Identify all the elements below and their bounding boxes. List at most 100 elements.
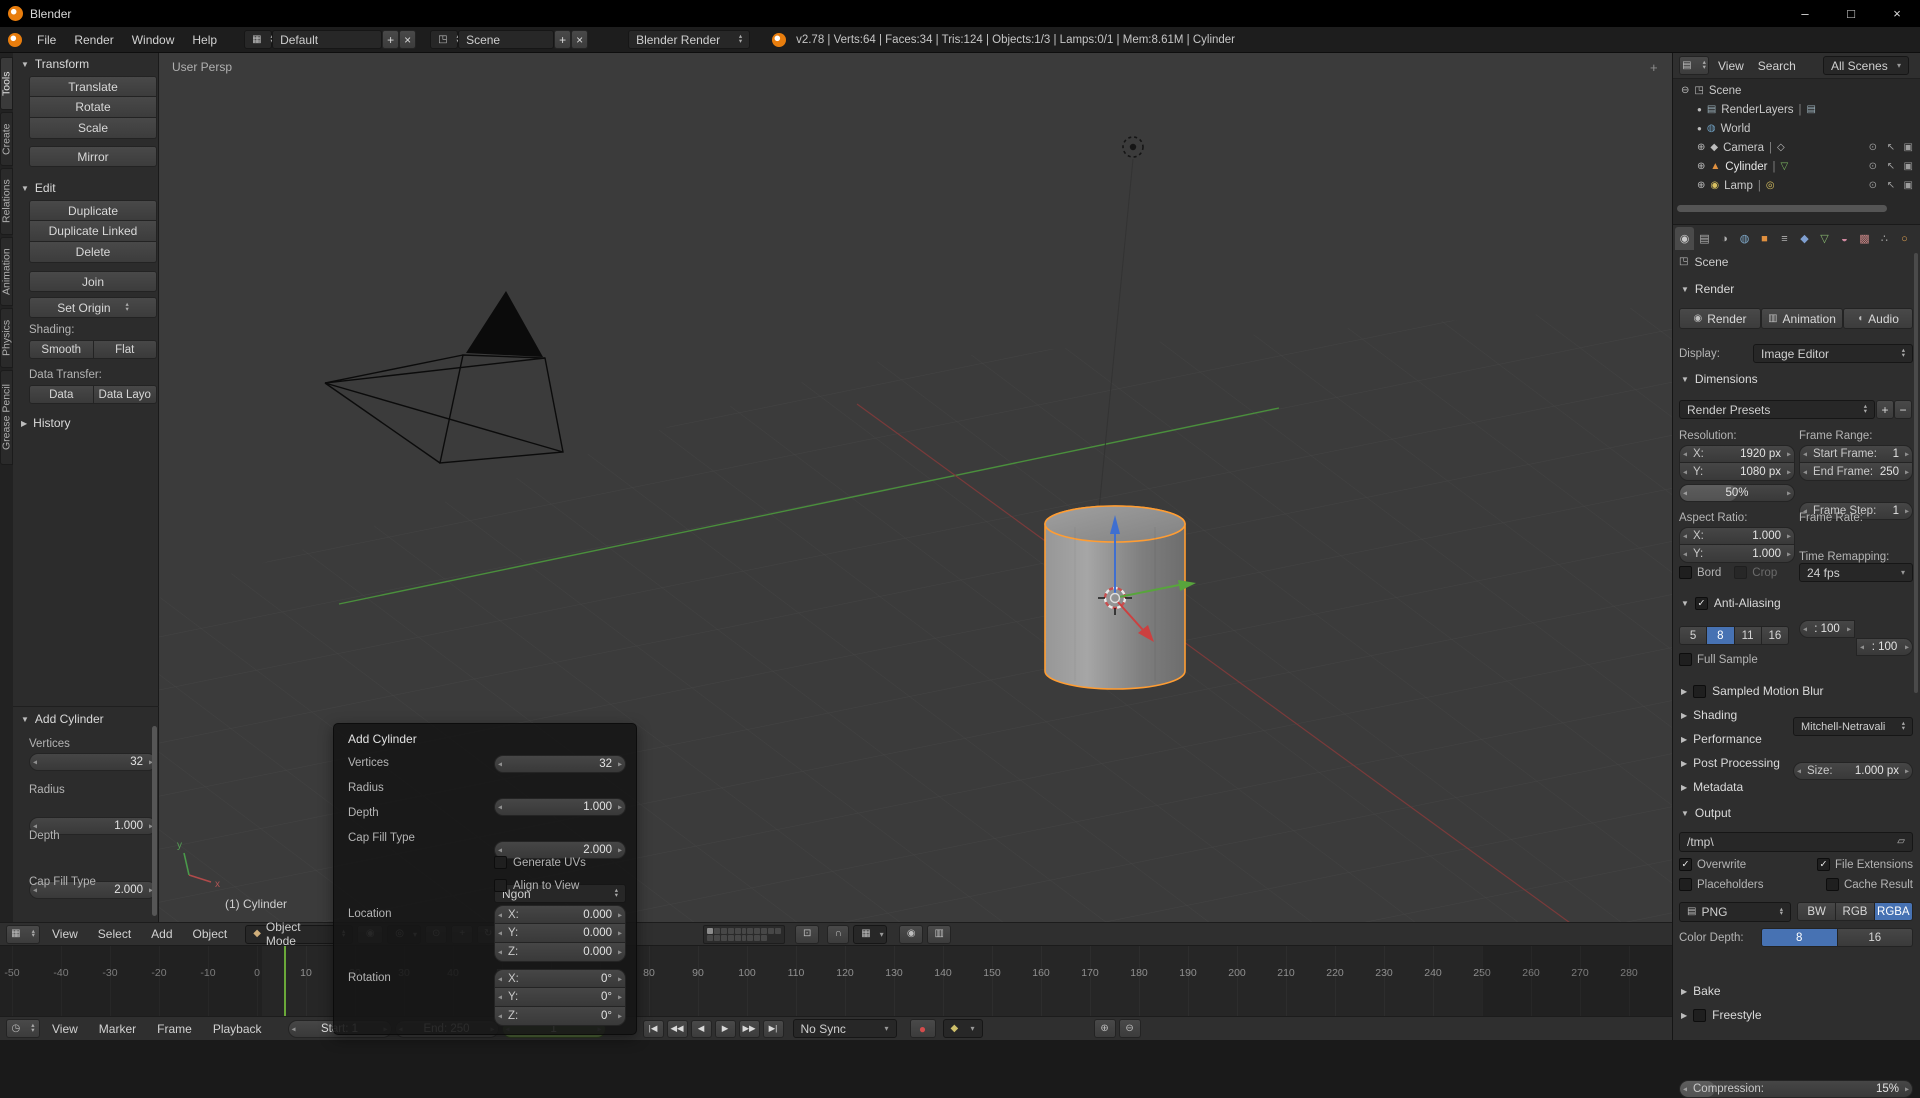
viewport-menu-view[interactable]: View bbox=[44, 927, 86, 941]
sync-mode-selector[interactable]: No Sync bbox=[792, 1019, 897, 1038]
add-layout-button[interactable]: + bbox=[382, 30, 400, 49]
set-origin-button[interactable]: Set Origin bbox=[29, 297, 157, 318]
layer-toggle[interactable] bbox=[754, 927, 761, 934]
delete-keyframe-icon[interactable]: ⊖ bbox=[1118, 1019, 1141, 1038]
layer-toggle[interactable] bbox=[714, 927, 721, 934]
freestyle-panel-header[interactable]: Freestyle bbox=[1681, 1008, 1762, 1022]
tab-render-layers-icon[interactable]: ▤ bbox=[1695, 227, 1714, 250]
frame-rate-selector[interactable]: 24 fps bbox=[1799, 563, 1913, 582]
shelf-tab-create[interactable]: Create bbox=[0, 112, 13, 166]
renderability-camera-icon[interactable]: ▣ bbox=[1904, 180, 1913, 191]
tab-render-icon[interactable]: ◉ bbox=[1675, 227, 1694, 250]
render-still-button[interactable]: ◉ Render bbox=[1679, 308, 1761, 329]
timeline-menu-frame[interactable]: Frame bbox=[148, 1022, 201, 1036]
file-extensions-checkbox[interactable] bbox=[1817, 858, 1831, 871]
smooth-button[interactable]: Smooth bbox=[29, 340, 94, 359]
outliner-row-renderlayers[interactable]: ● ▤ RenderLayers | ▤ bbox=[1673, 100, 1920, 119]
layer-toggle[interactable] bbox=[747, 927, 754, 934]
performance-panel-header[interactable]: Performance bbox=[1681, 732, 1762, 746]
tab-physics-icon[interactable]: ○ bbox=[1895, 227, 1914, 250]
color-mode-rgb[interactable]: RGB bbox=[1836, 902, 1875, 921]
freestyle-checkbox[interactable] bbox=[1693, 1008, 1707, 1022]
duplicate-linked-button[interactable]: Duplicate Linked bbox=[29, 221, 157, 242]
layer-toggle[interactable] bbox=[742, 934, 747, 941]
expand-icon[interactable]: ⊕ bbox=[1697, 161, 1705, 172]
tab-scene-icon[interactable]: ◑ bbox=[1715, 227, 1734, 250]
layer-toggle[interactable] bbox=[735, 934, 742, 941]
output-path-field[interactable]: /tmp\ ▱ bbox=[1679, 832, 1913, 852]
menu-help[interactable]: Help bbox=[183, 33, 226, 47]
tab-particles-icon[interactable]: ∴ bbox=[1875, 227, 1894, 250]
collapse-icon[interactable]: ⊖ bbox=[1681, 85, 1689, 96]
shelf-tab-relations[interactable]: Relations bbox=[0, 168, 13, 235]
layer-toggle[interactable] bbox=[754, 934, 761, 941]
render-audio-button[interactable]: ◖ Audio bbox=[1843, 308, 1913, 329]
compression-slider[interactable]: Compression:15% bbox=[1679, 1080, 1913, 1098]
crop-checkbox[interactable] bbox=[1734, 566, 1748, 579]
outliner-row-lamp[interactable]: ⊕ ◉ Lamp | ◎ ⊙ ↖ ▣ bbox=[1673, 176, 1920, 195]
editor-type-button[interactable]: ▦ bbox=[6, 924, 40, 944]
scene-selector[interactable]: Scene bbox=[458, 30, 555, 49]
close-button[interactable]: × bbox=[1874, 0, 1920, 27]
color-depth-16[interactable]: 16 bbox=[1837, 928, 1913, 947]
shelf-scrollbar[interactable] bbox=[152, 726, 157, 916]
align-to-view-checkbox[interactable] bbox=[494, 879, 507, 892]
outliner-menu-view[interactable]: View bbox=[1713, 59, 1749, 73]
cache-result-checkbox[interactable] bbox=[1825, 878, 1839, 891]
aa-samples-11[interactable]: 11 bbox=[1734, 626, 1762, 645]
duplicate-button[interactable]: Duplicate bbox=[29, 200, 157, 221]
renderability-camera-icon[interactable]: ▣ bbox=[1904, 161, 1913, 172]
menu-window[interactable]: Window bbox=[123, 33, 184, 47]
insert-keyframe-icon[interactable]: ⊕ bbox=[1093, 1019, 1116, 1038]
motion-blur-checkbox[interactable] bbox=[1693, 684, 1707, 698]
shelf-tab-physics[interactable]: Physics bbox=[0, 308, 13, 368]
play-button[interactable]: ▶ bbox=[714, 1019, 736, 1038]
timeline-menu-view[interactable]: View bbox=[43, 1022, 87, 1036]
add-preset-button[interactable]: + bbox=[1876, 400, 1894, 419]
opengl-render-icon[interactable]: ◉ bbox=[899, 924, 924, 944]
outliner-row-world[interactable]: ● ◍ World bbox=[1673, 119, 1920, 138]
resolution-x-field[interactable]: X:1920 px bbox=[1679, 445, 1795, 463]
record-button[interactable]: ● bbox=[909, 1019, 936, 1038]
history-panel-header[interactable]: History bbox=[21, 416, 70, 430]
resolution-y-field[interactable]: Y:1080 px bbox=[1679, 463, 1795, 481]
renderability-camera-icon[interactable]: ▣ bbox=[1904, 142, 1913, 153]
aspect-y-field[interactable]: Y:1.000 bbox=[1679, 545, 1795, 563]
shelf-tab-grease-pencil[interactable]: Grease Pencil bbox=[0, 370, 13, 465]
delete-button[interactable]: Delete bbox=[29, 242, 157, 263]
next-keyframe-button[interactable]: ▶▶ bbox=[738, 1019, 760, 1038]
snap-magnet-icon[interactable]: ∩ bbox=[827, 924, 850, 944]
delete-scene-button[interactable]: × bbox=[571, 30, 589, 49]
aspect-x-field[interactable]: X:1.000 bbox=[1679, 527, 1795, 545]
expand-icon[interactable]: ⊕ bbox=[1697, 142, 1705, 153]
tab-texture-icon[interactable]: ▩ bbox=[1855, 227, 1874, 250]
outliner-row-cylinder[interactable]: ⊕ ▲ Cylinder | ▽ ⊙ ↖ ▣ bbox=[1673, 157, 1920, 176]
minimize-button[interactable]: – bbox=[1782, 0, 1828, 27]
antialiasing-panel-header[interactable]: Anti-Aliasing bbox=[1681, 596, 1781, 610]
sampled-motion-blur-panel-header[interactable]: Sampled Motion Blur bbox=[1681, 684, 1824, 698]
scale-button[interactable]: Scale bbox=[29, 118, 157, 139]
screen-layout-selector[interactable]: Default bbox=[272, 30, 383, 49]
render-presets-selector[interactable]: Render Presets bbox=[1679, 400, 1875, 419]
delete-layout-button[interactable]: × bbox=[399, 30, 417, 49]
remap-old-field[interactable]: : 100 bbox=[1799, 620, 1855, 638]
aa-filter-selector[interactable]: Mitchell-Netravali bbox=[1793, 717, 1913, 736]
mirror-button[interactable]: Mirror bbox=[29, 146, 157, 167]
location-x-field[interactable]: X:0.000 bbox=[494, 905, 626, 924]
tab-constraints-icon[interactable]: ≡ bbox=[1775, 227, 1794, 250]
layer-toggle[interactable] bbox=[761, 927, 768, 934]
flat-button[interactable]: Flat bbox=[93, 340, 157, 359]
rotation-z-field[interactable]: Z:0° bbox=[494, 1007, 626, 1026]
scene-browse-icon[interactable]: ◳ bbox=[430, 30, 459, 49]
tab-object-icon[interactable]: ■ bbox=[1755, 227, 1774, 250]
vertices-field[interactable]: 32 bbox=[494, 755, 626, 773]
metadata-panel-header[interactable]: Metadata bbox=[1681, 780, 1743, 794]
display-selector[interactable]: Image Editor bbox=[1753, 344, 1913, 363]
antialiasing-checkbox[interactable] bbox=[1694, 596, 1708, 610]
jump-to-end-button[interactable]: ▶| bbox=[762, 1019, 784, 1038]
start-frame-field[interactable]: Start Frame:1 bbox=[1799, 445, 1913, 463]
layer-toggle[interactable] bbox=[768, 927, 775, 934]
full-sample-checkbox[interactable] bbox=[1679, 653, 1692, 666]
layer-toggle[interactable] bbox=[707, 934, 714, 941]
layer-toggle[interactable] bbox=[728, 934, 735, 941]
